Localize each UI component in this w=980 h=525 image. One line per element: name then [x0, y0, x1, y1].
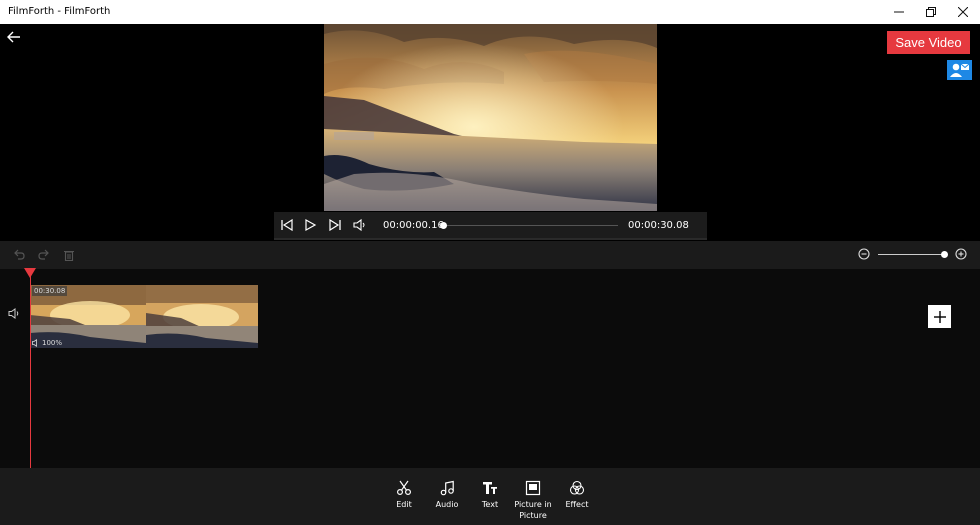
restore-icon	[926, 7, 936, 17]
video-clip[interactable]: 00:30.08 100%	[30, 285, 258, 348]
current-time: 00:00:00.16	[383, 220, 444, 231]
play-icon[interactable]	[303, 218, 317, 232]
zoom-slider-handle[interactable]	[941, 251, 948, 258]
contact-button[interactable]	[947, 60, 972, 80]
zoom-out-icon[interactable]	[858, 248, 870, 260]
scissors-icon	[396, 480, 412, 496]
total-time: 00:00:30.08	[628, 220, 689, 231]
clip-thumbnail-2	[146, 285, 258, 348]
window-title: FilmForth - FilmForth	[8, 6, 111, 17]
save-video-button[interactable]: Save Video	[887, 31, 970, 54]
controls-divider	[274, 238, 707, 240]
tool-audio-label: Audio	[435, 500, 459, 509]
sunset-seascape-image	[324, 24, 657, 211]
playhead-line	[30, 269, 31, 468]
back-arrow-icon	[7, 31, 20, 43]
video-preview[interactable]	[324, 24, 657, 211]
bottom-toolbar: Edit Audio Text Picture in Picture Effec…	[0, 468, 980, 525]
tool-picture-in-picture[interactable]: Picture in Picture	[511, 480, 555, 521]
seek-handle[interactable]	[440, 222, 447, 229]
playhead-handle[interactable]	[24, 268, 36, 278]
tool-edit[interactable]: Edit	[382, 480, 426, 510]
add-media-button[interactable]	[928, 305, 951, 328]
tool-text[interactable]: Text	[468, 480, 512, 510]
close-icon	[958, 7, 968, 17]
video-panel	[274, 24, 707, 211]
effect-icon	[569, 480, 585, 495]
tool-text-label: Text	[481, 500, 499, 509]
clip-volume: 100%	[32, 339, 62, 347]
minimize-icon	[894, 11, 904, 13]
clip-volume-icon	[32, 339, 37, 347]
back-button[interactable]	[6, 30, 24, 46]
delete-icon[interactable]	[63, 249, 75, 261]
tool-audio[interactable]: Audio	[425, 480, 469, 510]
tool-picture-in-picture-label: Picture in Picture	[514, 500, 552, 520]
title-bar: FilmForth - FilmForth	[0, 0, 980, 24]
timeline: 00:30.08 100%	[0, 269, 980, 468]
close-button[interactable]	[944, 0, 980, 24]
undo-icon[interactable]	[13, 249, 25, 261]
preview-area: 00:00:00.16 00:00:30.08 Save Video	[0, 24, 980, 241]
seek-bar[interactable]	[444, 225, 618, 226]
clip-volume-value: 100%	[42, 339, 63, 347]
zoom-slider[interactable]	[878, 254, 944, 255]
timeline-toolbar	[0, 241, 980, 269]
contact-icon	[950, 63, 970, 77]
skip-back-icon[interactable]	[280, 218, 294, 232]
player-controls: 00:00:00.16 00:00:30.08	[274, 212, 707, 238]
zoom-in-icon[interactable]	[955, 248, 967, 260]
track-audio-icon[interactable]	[8, 307, 21, 320]
redo-icon[interactable]	[38, 249, 50, 261]
volume-icon[interactable]	[353, 218, 367, 232]
text-icon	[483, 482, 497, 494]
tool-effect-label: Effect	[565, 500, 589, 509]
skip-forward-icon[interactable]	[328, 218, 342, 232]
plus-icon	[933, 310, 946, 323]
tool-effect[interactable]: Effect	[555, 480, 599, 510]
clip-duration: 00:30.08	[32, 286, 68, 296]
tool-edit-label: Edit	[396, 500, 412, 509]
music-note-icon	[440, 480, 454, 496]
picture-in-picture-icon	[525, 480, 541, 496]
